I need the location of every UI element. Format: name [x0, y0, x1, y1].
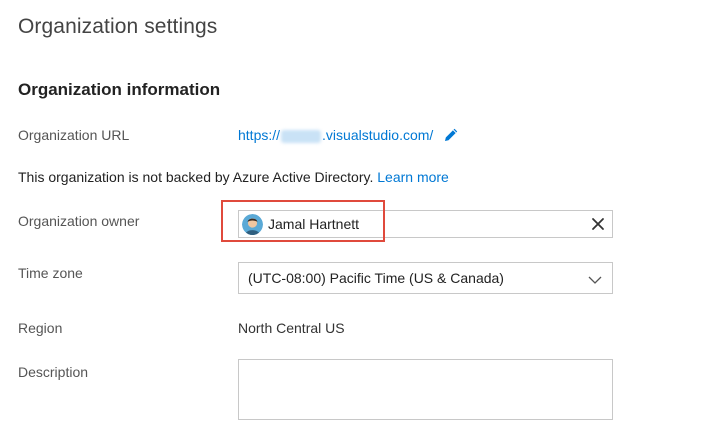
aad-message: This organization is not backed by Azure… [18, 169, 374, 185]
page-title: Organization settings [18, 15, 218, 38]
learn-more-link[interactable]: Learn more [377, 169, 449, 185]
owner-field[interactable]: Jamal Hartnett [238, 210, 613, 238]
description-label: Description [18, 364, 89, 380]
owner-label: Organization owner [18, 213, 140, 229]
org-url-row: https:// .visualstudio.com/ [238, 127, 459, 143]
description-field[interactable] [238, 359, 613, 420]
org-url-label: Organization URL [18, 127, 130, 143]
region-label: Region [18, 320, 63, 336]
timezone-label: Time zone [18, 265, 83, 281]
timezone-select[interactable]: (UTC-08:00) Pacific Time (US & Canada) [238, 262, 613, 294]
owner-name: Jamal Hartnett [268, 216, 360, 232]
timezone-value: (UTC-08:00) Pacific Time (US & Canada) [248, 270, 504, 286]
pencil-icon[interactable] [443, 127, 459, 143]
org-url-suffix: .visualstudio.com/ [322, 127, 434, 143]
owner-pill[interactable]: Jamal Hartnett [242, 213, 360, 235]
chevron-down-icon [588, 272, 602, 284]
close-icon[interactable] [590, 216, 606, 232]
avatar [242, 213, 263, 235]
section-title: Organization information [18, 80, 221, 99]
org-url-link[interactable]: https:// .visualstudio.com/ [238, 127, 433, 143]
org-url-prefix: https:// [238, 127, 281, 143]
aad-notice: This organization is not backed by Azure… [18, 169, 449, 185]
region-value: North Central US [238, 320, 345, 336]
org-url-redacted [281, 129, 322, 143]
